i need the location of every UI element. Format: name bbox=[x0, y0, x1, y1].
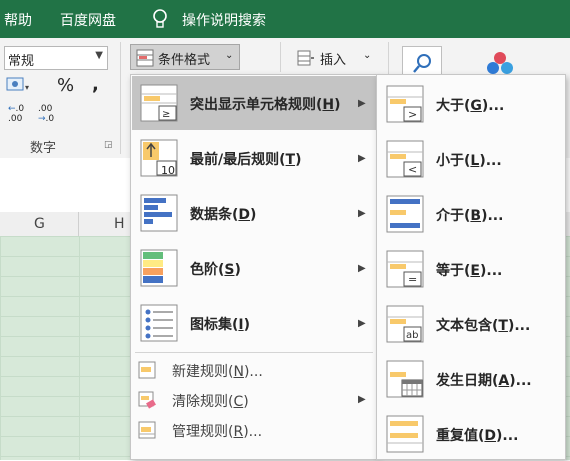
insert-cells-icon bbox=[297, 49, 315, 71]
color-scales-icon bbox=[140, 249, 178, 291]
increase-decimal-button[interactable]: ←.0 .00 bbox=[8, 104, 24, 124]
menu-item-label: 色阶(S) bbox=[190, 262, 241, 278]
ribbon-divider bbox=[280, 42, 281, 72]
menu-separator bbox=[135, 352, 373, 353]
menu-item-label: 清除规则(C) bbox=[172, 394, 249, 410]
decimal-dec-top: .00 bbox=[38, 104, 53, 114]
icon-symbol: = bbox=[408, 273, 417, 286]
data-bars-icon bbox=[140, 194, 178, 236]
decimal-dec-bottom: .0 bbox=[45, 114, 55, 124]
menu-item-manage-rules[interactable]: 管理规则(R)... bbox=[132, 415, 376, 445]
menu-item-new-rule[interactable]: 新建规则(N)... bbox=[132, 355, 376, 385]
submenu-item-date-occurring[interactable]: 发生日期(A)... bbox=[378, 352, 564, 406]
chevron-right-icon: ▶ bbox=[358, 263, 366, 274]
accounting-format-icon[interactable]: ▾ bbox=[6, 76, 32, 98]
submenu-item-label: 小于(L)... bbox=[436, 153, 502, 169]
column-header-h[interactable]: H bbox=[114, 216, 125, 232]
number-group-label: 数字 bbox=[30, 141, 57, 156]
menu-item-color-scales[interactable]: 色阶(S) ▶ bbox=[132, 241, 376, 295]
icon-symbol: > bbox=[408, 108, 417, 121]
decrease-decimal-button[interactable]: .00 →.0 bbox=[38, 104, 54, 124]
conditional-format-icon bbox=[136, 49, 154, 71]
chevron-right-icon: ▶ bbox=[358, 208, 366, 219]
svg-text:▾: ▾ bbox=[25, 83, 29, 92]
chevron-down-icon: ⌄ bbox=[225, 50, 234, 61]
highlight-rules-icon: ≥ bbox=[140, 84, 178, 126]
highlight-rules-submenu: > 大于(G)... < 小于(L)... 介于(B)... = 等于(E)..… bbox=[376, 74, 566, 460]
menu-item-label: 最前/最后规则(T) bbox=[190, 152, 302, 168]
lightbulb-icon bbox=[150, 8, 170, 34]
icon-symbol: < bbox=[408, 163, 417, 176]
conditional-format-label: 条件格式 bbox=[158, 53, 211, 68]
submenu-item-less-than[interactable]: < 小于(L)... bbox=[378, 132, 564, 186]
menu-item-clear-rules[interactable]: 清除规则(C) ▶ bbox=[132, 385, 376, 415]
menu-item-label: 数据条(D) bbox=[190, 207, 257, 223]
menu-item-label: 新建规则(N)... bbox=[172, 364, 263, 380]
menu-item-highlight-rules[interactable]: ≥ 突出显示单元格规则(H) ▶ bbox=[132, 76, 376, 130]
submenu-item-between[interactable]: 介于(B)... bbox=[378, 187, 564, 241]
chevron-down-icon: ⌄ bbox=[363, 50, 372, 61]
menu-help[interactable]: 帮助 bbox=[4, 10, 32, 30]
chevron-right-icon: ▶ bbox=[358, 394, 366, 405]
menu-item-data-bars[interactable]: 数据条(D) ▶ bbox=[132, 186, 376, 240]
greater-than-icon: > bbox=[386, 85, 424, 127]
insert-label: 插入 bbox=[320, 53, 347, 68]
number-format-value: 常规 bbox=[8, 54, 35, 69]
svg-text:≥: ≥ bbox=[162, 109, 170, 120]
icon-sets-icon bbox=[140, 304, 178, 346]
decimal-value-large: .00 bbox=[8, 114, 23, 124]
menu-item-label: 管理规则(R)... bbox=[172, 424, 263, 440]
conditional-format-button[interactable]: 条件格式 ⌄ bbox=[130, 44, 240, 70]
submenu-item-greater-than[interactable]: > 大于(G)... bbox=[378, 77, 564, 131]
dialog-launcher-icon[interactable]: ◲ bbox=[104, 140, 113, 150]
menu-item-label: 图标集(I) bbox=[190, 317, 251, 333]
icon-symbol: ab bbox=[406, 330, 418, 341]
menu-baidu-netdisk[interactable]: 百度网盘 bbox=[60, 10, 116, 30]
insert-button[interactable]: 插入 ⌄ bbox=[292, 44, 378, 70]
new-rule-icon bbox=[138, 361, 156, 383]
decimal-value-small: .0 bbox=[15, 104, 25, 114]
menu-item-icon-sets[interactable]: 图标集(I) ▶ bbox=[132, 296, 376, 350]
between-icon bbox=[386, 195, 424, 237]
menu-item-label: 突出显示单元格规则(H) bbox=[190, 97, 341, 113]
calendar-icon bbox=[386, 360, 424, 402]
equal-to-icon: = bbox=[386, 250, 424, 292]
chevron-right-icon: ▶ bbox=[358, 153, 366, 164]
number-format-select[interactable]: 常规 ▼ bbox=[4, 46, 108, 70]
eraser-icon bbox=[138, 391, 156, 413]
duplicate-values-icon bbox=[386, 415, 424, 457]
submenu-item-duplicate-values[interactable]: 重复值(D)... bbox=[378, 407, 564, 461]
chevron-right-icon: ▶ bbox=[358, 98, 366, 109]
submenu-item-equal-to[interactable]: = 等于(E)... bbox=[378, 242, 564, 296]
percent-style-button[interactable]: % bbox=[57, 75, 74, 96]
submenu-item-label: 发生日期(A)... bbox=[436, 373, 532, 389]
conditional-format-menu: ≥ 突出显示单元格规则(H) ▶ 10 最前/最后规则(T) ▶ 数据条(D) … bbox=[130, 74, 378, 460]
comma-style-button[interactable]: , bbox=[92, 74, 99, 95]
chevron-right-icon: ▶ bbox=[358, 318, 366, 329]
less-than-icon: < bbox=[386, 140, 424, 182]
column-divider bbox=[78, 212, 79, 236]
chevron-down-icon: ▼ bbox=[95, 50, 103, 61]
tell-me-search[interactable]: 操作说明搜索 bbox=[182, 10, 266, 30]
ribbon-divider bbox=[120, 42, 121, 154]
submenu-item-label: 大于(G)... bbox=[436, 98, 505, 114]
top10-text: 10 bbox=[161, 164, 175, 177]
submenu-item-text-contains[interactable]: ab 文本包含(T)... bbox=[378, 297, 564, 351]
text-contains-icon: ab bbox=[386, 305, 424, 347]
submenu-item-label: 介于(B)... bbox=[436, 208, 504, 224]
submenu-item-label: 重复值(D)... bbox=[436, 428, 519, 444]
submenu-item-label: 等于(E)... bbox=[436, 263, 503, 279]
manage-rules-icon bbox=[138, 421, 156, 443]
menu-bar: 帮助 百度网盘 操作说明搜索 bbox=[0, 0, 570, 38]
submenu-item-label: 文本包含(T)... bbox=[436, 318, 531, 334]
column-header-g[interactable]: G bbox=[34, 216, 45, 232]
menu-item-top-bottom-rules[interactable]: 10 最前/最后规则(T) ▶ bbox=[132, 131, 376, 185]
